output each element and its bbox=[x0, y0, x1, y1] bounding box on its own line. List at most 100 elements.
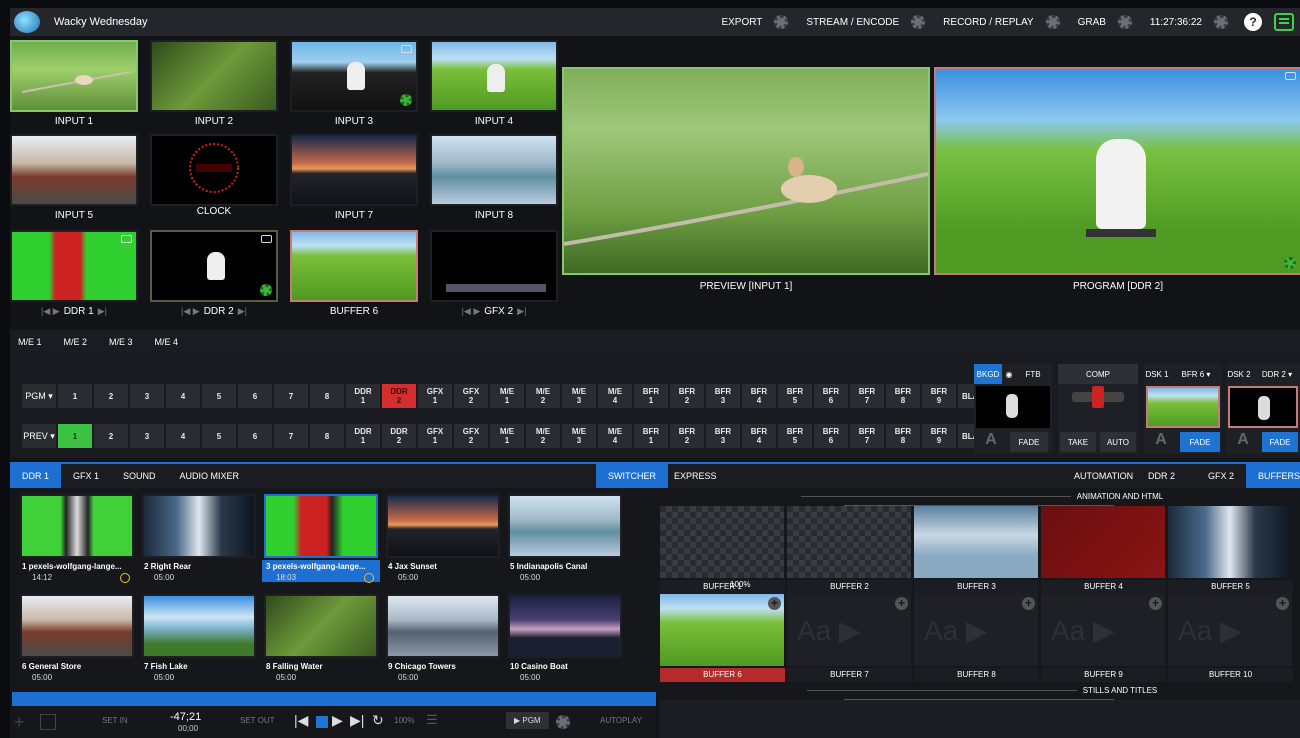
tab-me-2[interactable]: M/E 2 bbox=[64, 337, 88, 347]
clip-thumbnail[interactable] bbox=[386, 594, 500, 658]
play-icon[interactable]: ▶ bbox=[332, 712, 343, 729]
record-menu[interactable]: RECORD / REPLAY bbox=[943, 17, 1033, 28]
set-in-button[interactable]: SET IN bbox=[102, 716, 128, 725]
prevrow-button[interactable]: BFR 7 bbox=[850, 424, 884, 448]
prevrow-button[interactable]: 2 bbox=[94, 424, 128, 448]
add-buffer-icon[interactable]: + bbox=[895, 597, 908, 610]
take-button[interactable]: TAKE bbox=[1060, 432, 1096, 452]
tab-automation[interactable]: AUTOMATION bbox=[1062, 464, 1145, 488]
prevrow-button[interactable]: M/E 4 bbox=[598, 424, 632, 448]
eye-icon[interactable]: ◉ bbox=[1002, 364, 1016, 384]
input-4-monitor[interactable] bbox=[430, 40, 558, 112]
gear-icon[interactable] bbox=[1284, 257, 1296, 269]
preview-monitor[interactable] bbox=[562, 67, 930, 275]
input-3-monitor[interactable] bbox=[290, 40, 418, 112]
set-out-button[interactable]: SET OUT bbox=[240, 716, 275, 725]
clip-thumbnail[interactable] bbox=[264, 594, 378, 658]
clock-display[interactable]: 11:27:36:22 bbox=[1150, 17, 1202, 28]
pgmrow-button[interactable]: DDR 2 bbox=[382, 384, 416, 408]
prevrow-button[interactable]: 4 bbox=[166, 424, 200, 448]
clip-thumbnail[interactable] bbox=[508, 494, 622, 558]
playback-progress[interactable] bbox=[12, 692, 656, 706]
gear-icon[interactable] bbox=[260, 284, 272, 296]
dsk2-source-select[interactable]: DDR 2 ▾ bbox=[1254, 364, 1300, 384]
buffer-6-monitor[interactable] bbox=[290, 230, 418, 302]
export-menu[interactable]: EXPORT bbox=[721, 17, 762, 28]
pgmrow-button[interactable]: M/E 1 bbox=[490, 384, 524, 408]
tab-audio-mixer[interactable]: AUDIO MIXER bbox=[168, 464, 252, 488]
program-monitor[interactable] bbox=[934, 67, 1300, 275]
pgmrow-button[interactable]: 3 bbox=[130, 384, 164, 408]
buffer-thumbnail[interactable] bbox=[1168, 506, 1293, 578]
gear-icon[interactable] bbox=[1214, 15, 1228, 29]
tab-gfx-2[interactable]: GFX 2 bbox=[1196, 464, 1246, 488]
stream-menu[interactable]: STREAM / ENCODE bbox=[806, 17, 899, 28]
gear-icon[interactable] bbox=[1117, 15, 1132, 29]
gear-icon[interactable] bbox=[400, 94, 412, 106]
prevrow-button[interactable]: BFR 6 bbox=[814, 424, 848, 448]
prevrow-button[interactable]: GFX 1 bbox=[418, 424, 452, 448]
pgmrow-button[interactable]: BFR 2 bbox=[670, 384, 704, 408]
clip-thumbnail[interactable] bbox=[20, 494, 134, 558]
auto-button[interactable]: AUTO bbox=[1100, 432, 1136, 452]
prevrow-button[interactable]: 7 bbox=[274, 424, 308, 448]
bkgd-button[interactable]: BKGD bbox=[974, 364, 1002, 384]
add-buffer-icon[interactable]: + bbox=[768, 597, 781, 610]
tab-sound[interactable]: SOUND bbox=[111, 464, 168, 488]
pgmrow-button[interactable]: 8 bbox=[310, 384, 344, 408]
prevrow-button[interactable]: BFR 1 bbox=[634, 424, 668, 448]
dsk1-source-select[interactable]: BFR 6 ▾ bbox=[1172, 364, 1220, 384]
pgmrow-button[interactable]: 4 bbox=[166, 384, 200, 408]
pgmrow-button[interactable]: BFR 8 bbox=[886, 384, 920, 408]
prevrow-button[interactable]: 3 bbox=[130, 424, 164, 448]
tab-express[interactable]: EXPRESS bbox=[662, 464, 729, 488]
pgmrow-button[interactable]: 2 bbox=[94, 384, 128, 408]
buffer-1-zoom[interactable]: 100% bbox=[730, 580, 750, 589]
tbar[interactable] bbox=[1072, 386, 1124, 408]
autoplay-toggle[interactable]: Autoplay bbox=[600, 716, 642, 725]
prev-row-menu[interactable]: PREV ▾ bbox=[22, 424, 56, 448]
prevrow-button[interactable]: GFX 2 bbox=[454, 424, 488, 448]
pgmrow-button[interactable]: DDR 1 bbox=[346, 384, 380, 408]
input-2-monitor[interactable] bbox=[150, 40, 278, 112]
prevrow-button[interactable]: BFR 3 bbox=[706, 424, 740, 448]
tab-ddr-1[interactable]: DDR 1 bbox=[10, 464, 62, 488]
buffer-thumbnail[interactable] bbox=[787, 506, 912, 578]
tab-gfx-1[interactable]: GFX 1 bbox=[61, 464, 111, 488]
prevrow-button[interactable]: DDR 2 bbox=[382, 424, 416, 448]
add-buffer-icon[interactable]: + bbox=[1022, 597, 1035, 610]
prevrow-button[interactable]: BFR 9 bbox=[922, 424, 956, 448]
tab-ddr-2[interactable]: DDR 2 bbox=[1136, 464, 1187, 488]
prevrow-button[interactable]: BFR 5 bbox=[778, 424, 812, 448]
bkgd-fade-button[interactable]: Fade bbox=[1010, 432, 1048, 452]
add-icon[interactable]: + bbox=[14, 712, 25, 733]
pgmrow-button[interactable]: GFX 2 bbox=[454, 384, 488, 408]
tab-buffers[interactable]: BUFFERS bbox=[1246, 464, 1300, 488]
buffer-thumbnail[interactable] bbox=[914, 506, 1039, 578]
prevrow-button[interactable]: BFR 2 bbox=[670, 424, 704, 448]
gear-icon[interactable] bbox=[1045, 15, 1060, 29]
skip-forward-icon[interactable]: ▶| bbox=[350, 712, 364, 729]
prevrow-button[interactable]: M/E 1 bbox=[490, 424, 524, 448]
speed-readout[interactable]: 100% bbox=[394, 716, 414, 725]
prevrow-button[interactable]: 6 bbox=[238, 424, 272, 448]
prevrow-button[interactable]: BFR 8 bbox=[886, 424, 920, 448]
pgmrow-button[interactable]: 6 bbox=[238, 384, 272, 408]
clip-thumbnail[interactable] bbox=[508, 594, 622, 658]
dsk2-button[interactable]: DSK 2 bbox=[1226, 364, 1252, 384]
stop-icon[interactable] bbox=[316, 716, 328, 728]
buffer-thumbnail[interactable] bbox=[1041, 506, 1166, 578]
prevrow-button[interactable]: M/E 2 bbox=[526, 424, 560, 448]
loop-icon[interactable]: ↻ bbox=[372, 712, 384, 729]
prevrow-button[interactable]: M/E 3 bbox=[562, 424, 596, 448]
prevrow-button[interactable]: 8 bbox=[310, 424, 344, 448]
dsk1-button[interactable]: DSK 1 bbox=[1144, 364, 1170, 384]
ddr-1-monitor[interactable] bbox=[10, 230, 138, 302]
clip-thumbnail[interactable] bbox=[386, 494, 500, 558]
pgmrow-button[interactable]: 1 bbox=[58, 384, 92, 408]
prevrow-button[interactable]: 5 bbox=[202, 424, 236, 448]
gear-icon[interactable] bbox=[911, 15, 926, 29]
pgmrow-button[interactable]: M/E 4 bbox=[598, 384, 632, 408]
prevrow-button[interactable]: DDR 1 bbox=[346, 424, 380, 448]
pgmrow-button[interactable]: BFR 7 bbox=[850, 384, 884, 408]
